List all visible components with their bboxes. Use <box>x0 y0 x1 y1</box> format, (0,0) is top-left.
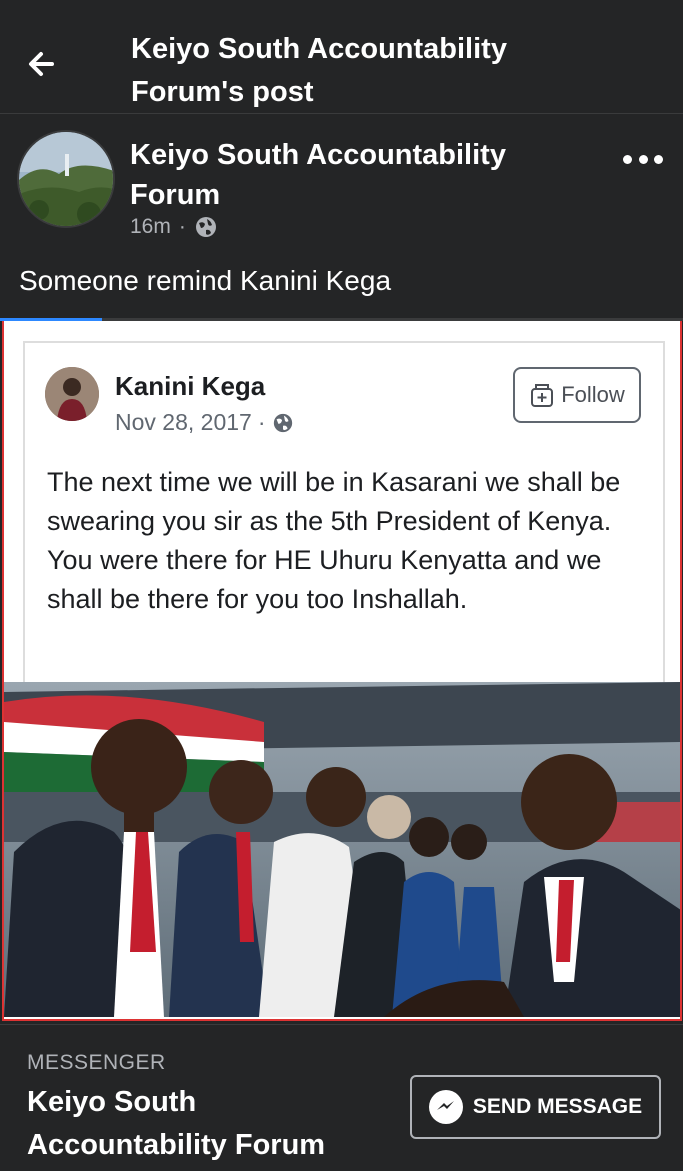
quoted-separator: · <box>257 409 266 435</box>
more-horizontal-icon <box>623 154 632 164</box>
send-message-label: SEND MESSAGE <box>472 1095 643 1118</box>
post-header: Keiyo South Accountability Forum 16m · <box>0 115 683 250</box>
quoted-author-name: Kanini Kega <box>115 371 266 401</box>
follow-button: Follow <box>513 367 641 423</box>
globe-icon <box>273 413 292 432</box>
post-time: 16m <box>130 215 171 238</box>
messenger-icon <box>428 1090 463 1124</box>
quoted-date-text: Nov 28, 2017 <box>115 409 252 435</box>
quoted-post-date: Nov 28, 2017 · <box>115 409 294 436</box>
avatar-landscape-image <box>19 132 113 226</box>
top-bar: Keiyo South Accountability Forum's post <box>0 14 683 114</box>
meta-separator: · <box>178 215 186 238</box>
post-meta: 16m · <box>130 215 218 239</box>
quoted-post-text: The next time we will be in Kasarani we … <box>47 467 621 614</box>
follow-label: Follow <box>561 382 625 407</box>
globe-icon <box>195 217 216 237</box>
more-options-button[interactable] <box>623 149 663 169</box>
event-photo-image <box>4 682 680 1017</box>
page-name-link[interactable]: Keiyo South Accountability Forum <box>130 135 600 215</box>
send-message-button[interactable]: SEND MESSAGE <box>410 1075 661 1139</box>
status-bar <box>0 0 683 14</box>
back-button[interactable] <box>22 44 66 84</box>
event-photo <box>4 682 680 1017</box>
messenger-footer: MESSENGER Keiyo South Accountability For… <box>0 1024 683 1171</box>
shared-image[interactable]: Kanini Kega Nov 28, 2017 · Follow The ne… <box>2 321 682 1021</box>
quoted-post-card: Kanini Kega Nov 28, 2017 · Follow The ne… <box>23 341 665 686</box>
page-title: Keiyo South Accountability Forum's post <box>131 33 507 108</box>
follow-icon <box>531 384 554 407</box>
arrow-left-icon <box>29 52 54 76</box>
footer-page-name: Keiyo South Accountability Forum <box>27 1086 326 1161</box>
footer-label: MESSENGER <box>27 1051 166 1074</box>
page-avatar[interactable] <box>17 130 115 228</box>
post-caption: Someone remind Kanini Kega <box>19 265 392 296</box>
author-avatar <box>45 367 99 421</box>
author-avatar-image <box>45 367 99 421</box>
